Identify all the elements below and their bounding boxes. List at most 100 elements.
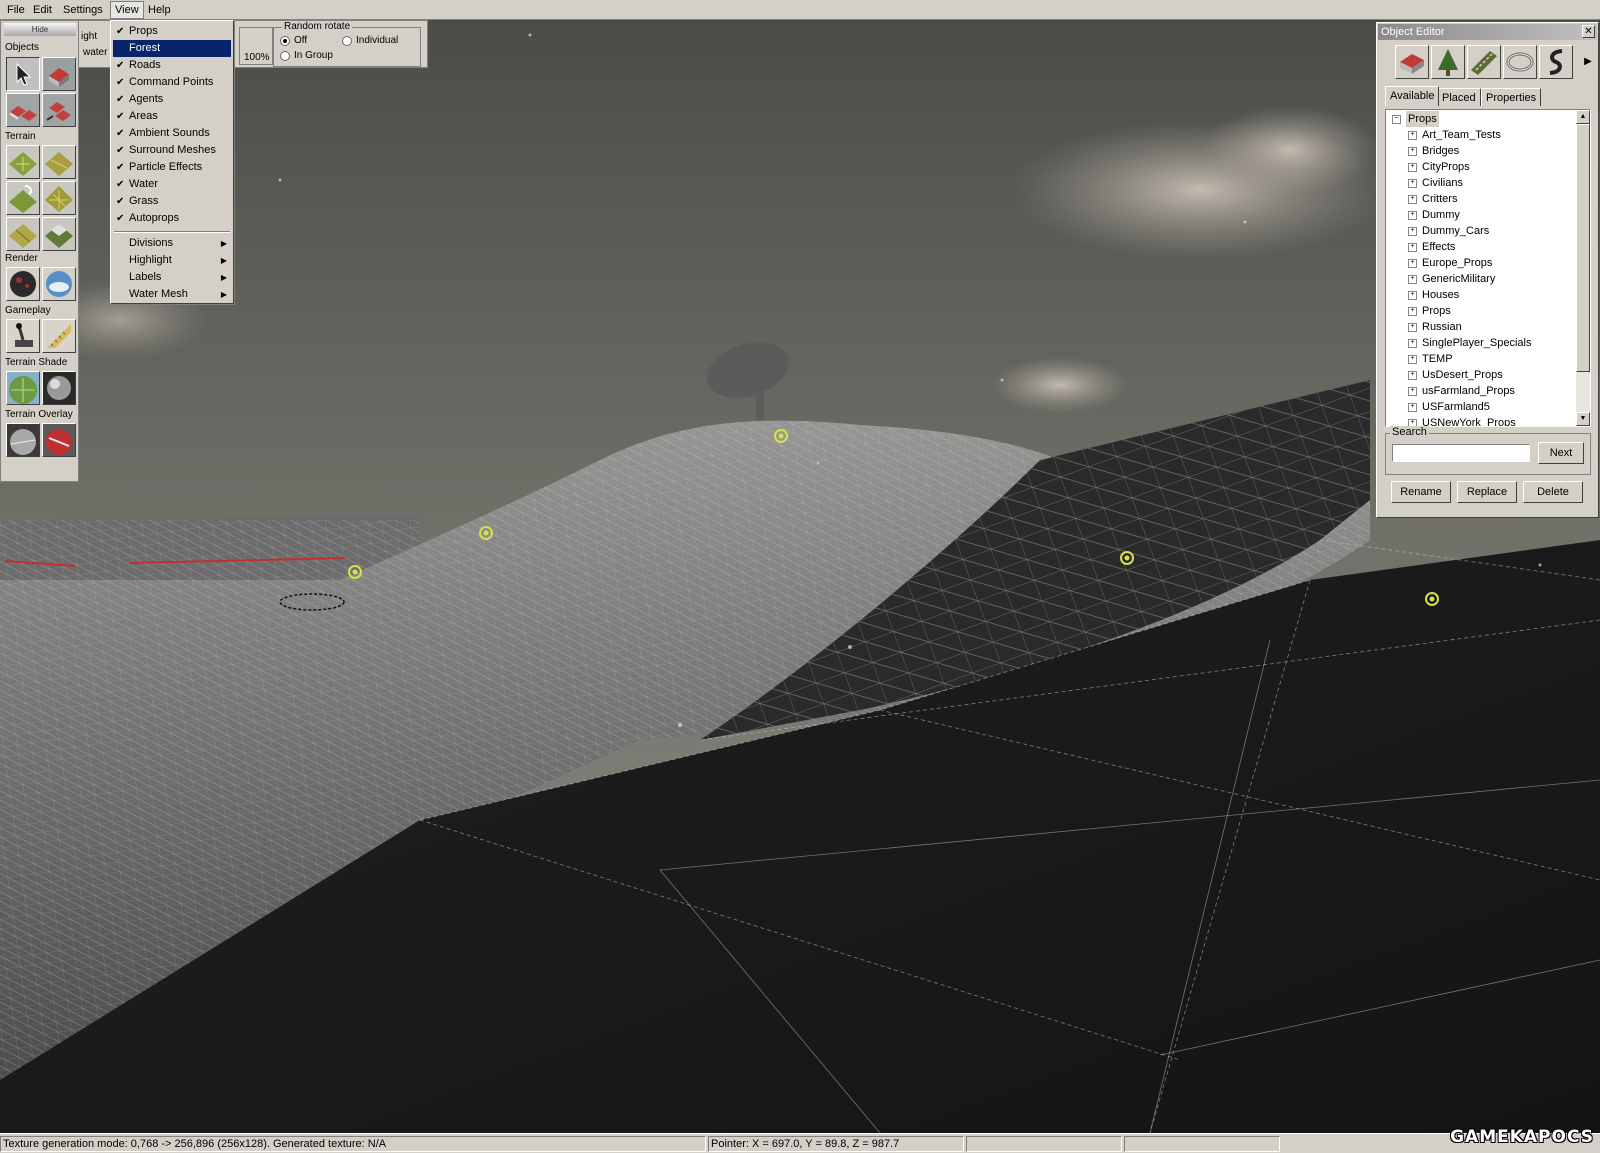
menu-settings[interactable]: Settings bbox=[59, 2, 107, 18]
expand-icon[interactable]: + bbox=[1408, 307, 1417, 316]
view-menu-submenu-labels[interactable]: Labels ▶ bbox=[113, 269, 231, 286]
expand-icon[interactable]: + bbox=[1408, 147, 1417, 156]
group-objects-tool-button[interactable] bbox=[6, 93, 40, 127]
expand-icon[interactable]: + bbox=[1408, 387, 1417, 396]
expand-icon[interactable]: + bbox=[1408, 131, 1417, 140]
overlay-color-tool-button[interactable] bbox=[42, 423, 76, 457]
view-menu-submenu-divisions[interactable]: Divisions ▶ bbox=[113, 235, 231, 252]
terrain-paint-tool-button[interactable] bbox=[6, 217, 40, 251]
search-next-button[interactable]: Next bbox=[1538, 442, 1584, 464]
view-menu-item-particle-effects[interactable]: ✔ Particle Effects bbox=[113, 159, 231, 176]
tab-properties[interactable]: Properties bbox=[1481, 88, 1542, 106]
scroll-down-icon[interactable]: ▼ bbox=[1576, 412, 1590, 426]
view-menu-item-grass[interactable]: ✔ Grass bbox=[113, 193, 231, 210]
status-panel-3 bbox=[966, 1136, 1122, 1152]
menu-file[interactable]: File bbox=[3, 2, 29, 18]
rotate-ingroup-radio[interactable] bbox=[280, 51, 290, 61]
tree-item-label: Art_Team_Tests bbox=[1422, 129, 1501, 141]
expand-icon[interactable]: + bbox=[1408, 275, 1417, 284]
tab-available[interactable]: Available bbox=[1385, 86, 1440, 106]
expand-icon[interactable]: + bbox=[1408, 211, 1417, 220]
terrain-shade-sphere-tool-button[interactable] bbox=[42, 371, 76, 405]
expand-icon[interactable]: + bbox=[1408, 291, 1417, 300]
tab-placed[interactable]: Placed bbox=[1437, 88, 1481, 106]
view-menu-item-command-points[interactable]: ✔ Command Points bbox=[113, 74, 231, 91]
expand-icon[interactable]: + bbox=[1408, 163, 1417, 172]
terrain-shade-globe-tool-button[interactable] bbox=[6, 371, 40, 405]
view-menu-item-roads[interactable]: ✔ Roads bbox=[113, 57, 231, 74]
select-tool-button[interactable] bbox=[6, 57, 40, 91]
expand-icon[interactable]: + bbox=[1408, 403, 1417, 412]
terrain-raise-icon bbox=[7, 146, 39, 178]
scroll-up-icon[interactable]: ▲ bbox=[1576, 110, 1590, 124]
menu-item-label: Water Mesh bbox=[129, 288, 188, 300]
category-house-button[interactable] bbox=[1395, 45, 1429, 79]
ring-icon bbox=[1504, 46, 1536, 78]
section-render-label: Render bbox=[5, 253, 38, 264]
close-icon[interactable]: ✕ bbox=[1582, 25, 1595, 38]
expand-icon[interactable]: + bbox=[1408, 339, 1417, 348]
expand-icon[interactable]: + bbox=[1408, 195, 1417, 204]
expand-icon[interactable]: + bbox=[1408, 371, 1417, 380]
view-menu-item-props[interactable]: ✔ Props bbox=[113, 23, 231, 40]
tree-item-label: Dummy_Cars bbox=[1422, 225, 1490, 237]
view-menu-item-agents[interactable]: ✔ Agents bbox=[113, 91, 231, 108]
expand-icon[interactable]: + bbox=[1408, 323, 1417, 332]
view-menu-item-autoprops[interactable]: ✔ Autoprops bbox=[113, 210, 231, 227]
terrain-smooth-tool-button[interactable] bbox=[6, 181, 40, 215]
delete-button[interactable]: Delete bbox=[1523, 481, 1583, 503]
view-menu-submenu-highlight[interactable]: Highlight ▶ bbox=[113, 252, 231, 269]
house-icon bbox=[1396, 46, 1428, 78]
tree-item-label: Houses bbox=[1422, 289, 1460, 301]
view-menu-item-forest[interactable]: Forest bbox=[113, 40, 231, 57]
place-object-tool-button[interactable] bbox=[42, 57, 76, 91]
zoom-box[interactable]: 100% bbox=[239, 27, 273, 65]
expand-icon[interactable]: + bbox=[1408, 259, 1417, 268]
tree-item-label: Europe_Props bbox=[1422, 257, 1493, 269]
rename-button[interactable]: Rename bbox=[1391, 481, 1451, 503]
menu-view[interactable]: View bbox=[110, 1, 144, 19]
menu-item-label: Agents bbox=[129, 93, 164, 105]
house-place-icon bbox=[43, 58, 75, 90]
scroll-thumb[interactable] bbox=[1576, 124, 1590, 372]
3d-viewport[interactable] bbox=[0, 20, 1600, 1133]
object-editor-titlebar[interactable]: Object Editor ✕ bbox=[1378, 24, 1597, 40]
view-menu-item-water[interactable]: ✔ Water bbox=[113, 176, 231, 193]
move-objects-tool-button[interactable] bbox=[42, 93, 76, 127]
menu-help[interactable]: Help bbox=[144, 2, 175, 18]
search-input[interactable] bbox=[1392, 444, 1530, 462]
render-sky-tool-button[interactable] bbox=[42, 267, 76, 301]
terrain-noise-tool-button[interactable] bbox=[42, 181, 76, 215]
terrain-flatten-tool-button[interactable] bbox=[42, 145, 76, 179]
submenu-arrow-icon: ▶ bbox=[220, 256, 227, 265]
overlay-grid-tool-button[interactable] bbox=[6, 423, 40, 457]
expand-icon[interactable]: + bbox=[1408, 243, 1417, 252]
view-menu-submenu-water-mesh[interactable]: Water Mesh ▶ bbox=[113, 286, 231, 303]
tree-scrollbar[interactable]: ▲ ▼ bbox=[1576, 110, 1590, 426]
collapse-icon[interactable]: − bbox=[1392, 115, 1401, 124]
rotate-off-radio[interactable] bbox=[280, 36, 290, 46]
gameplay-area-tool-button[interactable] bbox=[42, 319, 76, 353]
terrain-texture-tool-button[interactable] bbox=[42, 217, 76, 251]
category-scroll-right-icon[interactable]: ▶ bbox=[1582, 45, 1594, 79]
menu-edit[interactable]: Edit bbox=[29, 2, 56, 18]
hide-palette-button[interactable]: Hide bbox=[4, 23, 76, 36]
render-wireframe-tool-button[interactable] bbox=[6, 267, 40, 301]
available-objects-tree[interactable]: − Props + Art_Team_Tests + Bridges + CityProp… bbox=[1385, 109, 1591, 427]
view-menu-item-areas[interactable]: ✔ Areas bbox=[113, 108, 231, 125]
expand-icon[interactable]: + bbox=[1408, 355, 1417, 364]
replace-button[interactable]: Replace bbox=[1457, 481, 1517, 503]
category-tree-button[interactable] bbox=[1431, 45, 1465, 79]
view-menu-item-ambient-sounds[interactable]: ✔ Ambient Sounds bbox=[113, 125, 231, 142]
view-menu-item-surround-meshes[interactable]: ✔ Surround Meshes bbox=[113, 142, 231, 159]
category-ring-button[interactable] bbox=[1503, 45, 1537, 79]
rotate-individual-radio[interactable] bbox=[342, 36, 352, 46]
category-road-button[interactable] bbox=[1467, 45, 1501, 79]
gameplay-joystick-tool-button[interactable] bbox=[6, 319, 40, 353]
menu-item-label: Roads bbox=[129, 59, 161, 71]
terrain-raise-tool-button[interactable] bbox=[6, 145, 40, 179]
category-path-button[interactable] bbox=[1539, 45, 1573, 79]
expand-icon[interactable]: + bbox=[1408, 179, 1417, 188]
expand-icon[interactable]: + bbox=[1408, 227, 1417, 236]
tree-item-label: Effects bbox=[1422, 241, 1456, 253]
